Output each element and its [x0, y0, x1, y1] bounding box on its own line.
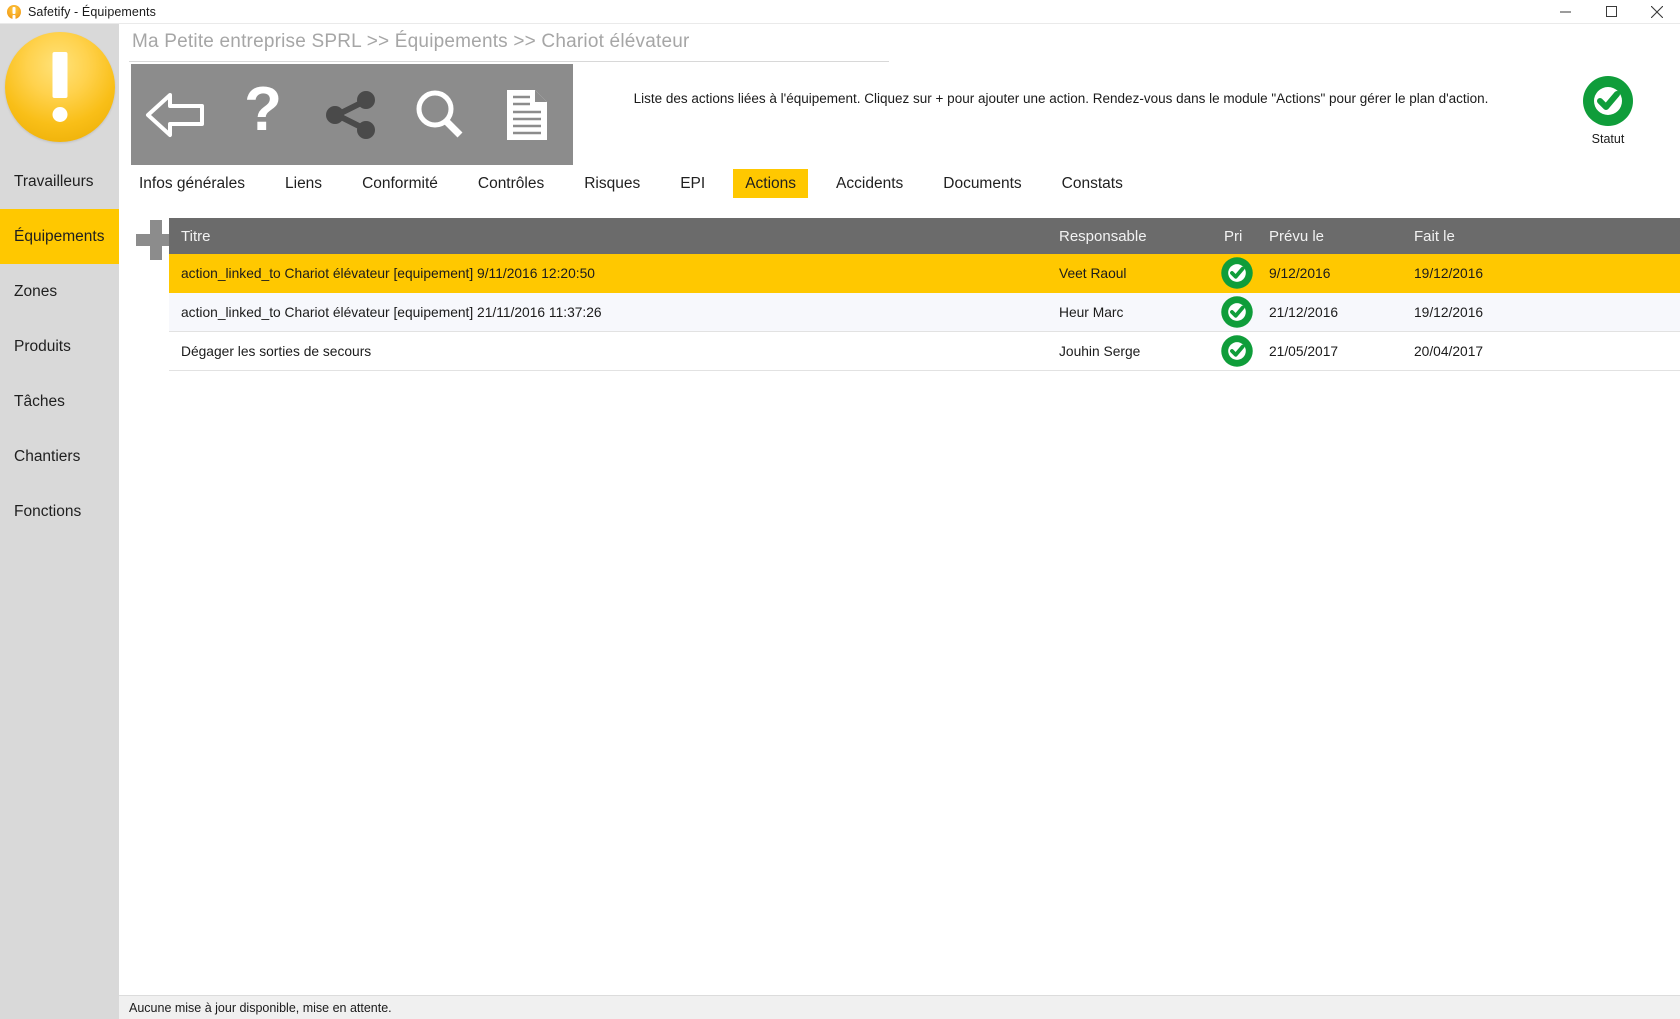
status-ok-icon: [1581, 74, 1635, 128]
tab-actions[interactable]: Actions: [733, 169, 809, 198]
sidebar-item-label: Fonctions: [14, 502, 82, 520]
share-button[interactable]: [307, 64, 395, 165]
help-button[interactable]: ?: [219, 64, 307, 165]
report-button[interactable]: [483, 64, 571, 165]
status-indicator[interactable]: Statut: [1563, 74, 1653, 146]
sidebar-item-fonctions[interactable]: Fonctions: [0, 484, 119, 539]
cell-priorite: [1221, 334, 1269, 368]
sidebar-item-produits[interactable]: Produits: [0, 319, 119, 374]
safetify-exclamation-logo: [0, 24, 119, 149]
title-bar: Safetify - Équipements: [0, 0, 1680, 24]
tab-bar: Infos générales Liens Conformité Contrôl…: [119, 169, 1680, 209]
tab-controles[interactable]: Contrôles: [466, 169, 556, 198]
status-bar-message: Aucune mise à jour disponible, mise en a…: [129, 1000, 392, 1015]
sidebar-item-label: Produits: [14, 337, 71, 355]
sidebar-nav: Travailleurs Équipements Zones Produits …: [0, 154, 119, 539]
tab-label: EPI: [680, 175, 706, 192]
tab-label: Documents: [943, 175, 1022, 192]
cell-responsable: Heur Marc: [1059, 304, 1124, 320]
sidebar-item-label: Zones: [14, 282, 58, 300]
window-title: Safetify - Équipements: [28, 4, 156, 19]
window-controls: [1542, 0, 1680, 24]
cell-prevu-le: 21/05/2017: [1269, 343, 1339, 359]
sidebar-item-zones[interactable]: Zones: [0, 264, 119, 319]
tab-documents[interactable]: Documents: [931, 169, 1033, 198]
cell-fait-le: 19/12/2016: [1414, 265, 1484, 281]
table-row[interactable]: Dégager les sorties de secours Jouhin Se…: [169, 332, 1680, 371]
close-button[interactable]: [1634, 0, 1680, 24]
minimize-button[interactable]: [1542, 0, 1588, 24]
sidebar-item-equipements[interactable]: Équipements: [0, 209, 119, 264]
sidebar-item-label: Travailleurs: [14, 172, 94, 190]
column-header-prevu-le[interactable]: Prévu le: [1269, 228, 1414, 245]
actions-table: Titre Responsable Pri Prévu le Fait le a…: [169, 218, 1680, 371]
sidebar-item-chantiers[interactable]: Chantiers: [0, 429, 119, 484]
status-label: Statut: [1591, 132, 1625, 146]
sidebar-item-taches[interactable]: Tâches: [0, 374, 119, 429]
sidebar-item-label: Tâches: [14, 392, 65, 410]
tab-label: Conformité: [362, 175, 438, 192]
cell-prevu-le: 21/12/2016: [1269, 304, 1339, 320]
status-bar: Aucune mise à jour disponible, mise en a…: [119, 995, 1680, 1019]
maximize-button[interactable]: [1588, 0, 1634, 24]
sidebar-item-label: Équipements: [14, 227, 105, 245]
safetify-logo-icon: [7, 4, 21, 19]
toolbar: ?: [131, 64, 573, 165]
sidebar-item-label: Chantiers: [14, 447, 81, 465]
document-icon: [503, 87, 551, 143]
column-header-responsable[interactable]: Responsable: [1049, 228, 1224, 245]
tab-label: Liens: [285, 175, 323, 192]
cell-prevu-le: 9/12/2016: [1269, 265, 1331, 281]
share-icon: [323, 89, 379, 141]
search-button[interactable]: [395, 64, 483, 165]
cell-priorite: [1221, 295, 1269, 329]
cell-titre: action_linked_to Chariot élévateur [equi…: [181, 265, 595, 281]
cell-responsable: Jouhin Serge: [1059, 343, 1141, 359]
sidebar-footer: [0, 995, 119, 1019]
cell-fait-le: 19/12/2016: [1414, 304, 1484, 320]
tab-label: Accidents: [836, 175, 904, 192]
back-button[interactable]: [131, 64, 219, 165]
breadcrumb-divider: [129, 61, 889, 62]
cell-priorite: [1221, 256, 1269, 290]
table-row[interactable]: action_linked_to Chariot élévateur [equi…: [169, 293, 1680, 332]
cell-responsable: Veet Raoul: [1059, 265, 1127, 281]
tab-accidents[interactable]: Accidents: [824, 169, 915, 198]
sidebar: Travailleurs Équipements Zones Produits …: [0, 24, 119, 1019]
tab-label: Infos générales: [139, 175, 245, 192]
sidebar-item-travailleurs[interactable]: Travailleurs: [0, 154, 119, 209]
tab-label: Constats: [1061, 175, 1123, 192]
info-text: Liste des actions liées à l'équipement. …: [633, 91, 1489, 106]
question-mark-icon: ?: [237, 84, 289, 146]
application-window: Safetify - Équipements Travailleurs Équi…: [0, 0, 1680, 1019]
tab-constats[interactable]: Constats: [1050, 169, 1135, 198]
column-header-priorite[interactable]: Pri: [1224, 228, 1269, 245]
tab-epi[interactable]: EPI: [668, 169, 717, 198]
table-header-row: Titre Responsable Pri Prévu le Fait le: [169, 218, 1680, 254]
column-header-fait-le[interactable]: Fait le: [1414, 228, 1574, 245]
tab-conformite[interactable]: Conformité: [350, 169, 450, 198]
priority-ok-icon: [1220, 295, 1254, 329]
cell-titre: Dégager les sorties de secours: [181, 343, 372, 359]
column-header-titre[interactable]: Titre: [169, 228, 1049, 245]
tab-label: Risques: [584, 175, 641, 192]
search-icon: [411, 87, 467, 143]
main-content: Ma Petite entreprise SPRL >> Équipements…: [119, 24, 1680, 1019]
tab-risques[interactable]: Risques: [572, 169, 652, 198]
breadcrumb: Ma Petite entreprise SPRL >> Équipements…: [132, 31, 690, 52]
cell-fait-le: 20/04/2017: [1414, 343, 1484, 359]
tab-label: Contrôles: [477, 175, 545, 192]
tab-liens[interactable]: Liens: [273, 169, 334, 198]
priority-ok-icon: [1220, 256, 1254, 290]
priority-ok-icon: [1220, 334, 1254, 368]
svg-text:?: ?: [244, 84, 282, 144]
tab-label: Actions: [745, 175, 797, 192]
tab-infos-generales[interactable]: Infos générales: [127, 169, 257, 198]
cell-titre: action_linked_to Chariot élévateur [equi…: [181, 304, 602, 320]
table-row[interactable]: action_linked_to Chariot élévateur [equi…: [169, 254, 1680, 293]
back-arrow-icon: [144, 91, 206, 139]
